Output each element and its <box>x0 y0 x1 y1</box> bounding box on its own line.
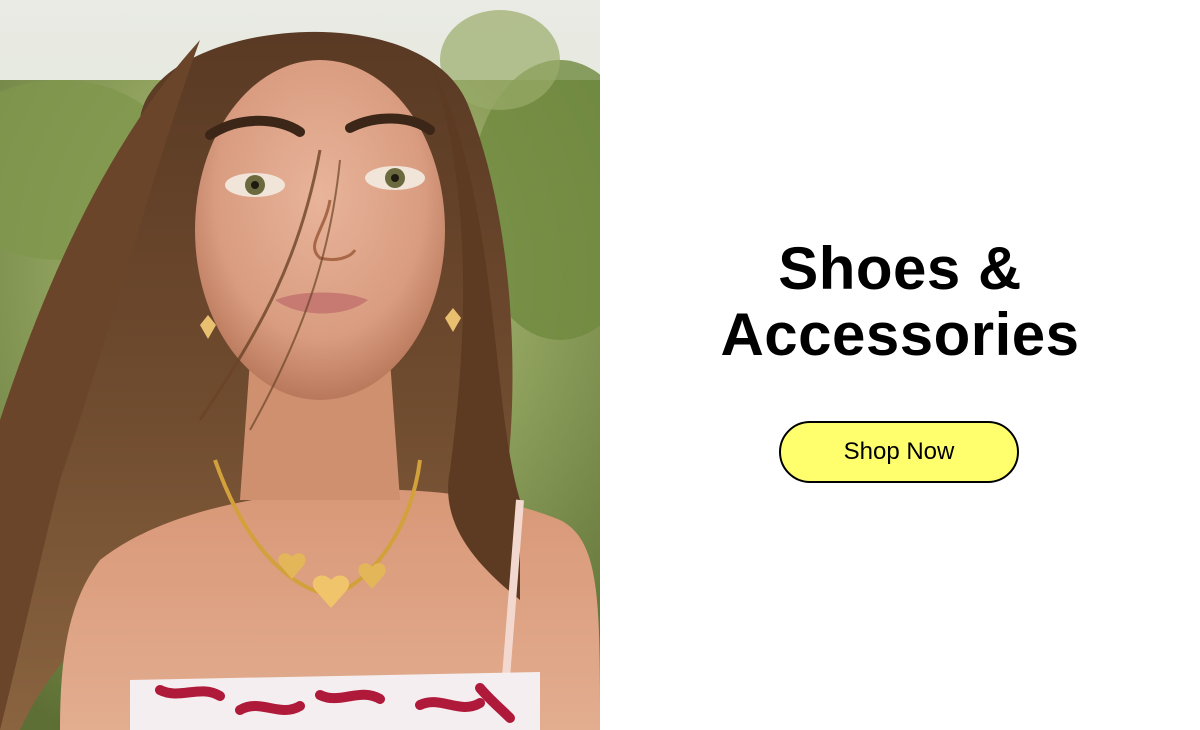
model-photo[interactable] <box>0 0 600 730</box>
promo-banner: Shoes & Accessories Shop Now <box>0 0 1200 730</box>
banner-headline: Shoes & Accessories <box>600 236 1200 368</box>
shop-now-button[interactable]: Shop Now <box>779 421 1019 483</box>
headline-line-1: Shoes & <box>778 235 1022 302</box>
headline-line-2: Accessories <box>720 301 1080 368</box>
promo-content: Shoes & Accessories Shop Now <box>600 0 1200 730</box>
